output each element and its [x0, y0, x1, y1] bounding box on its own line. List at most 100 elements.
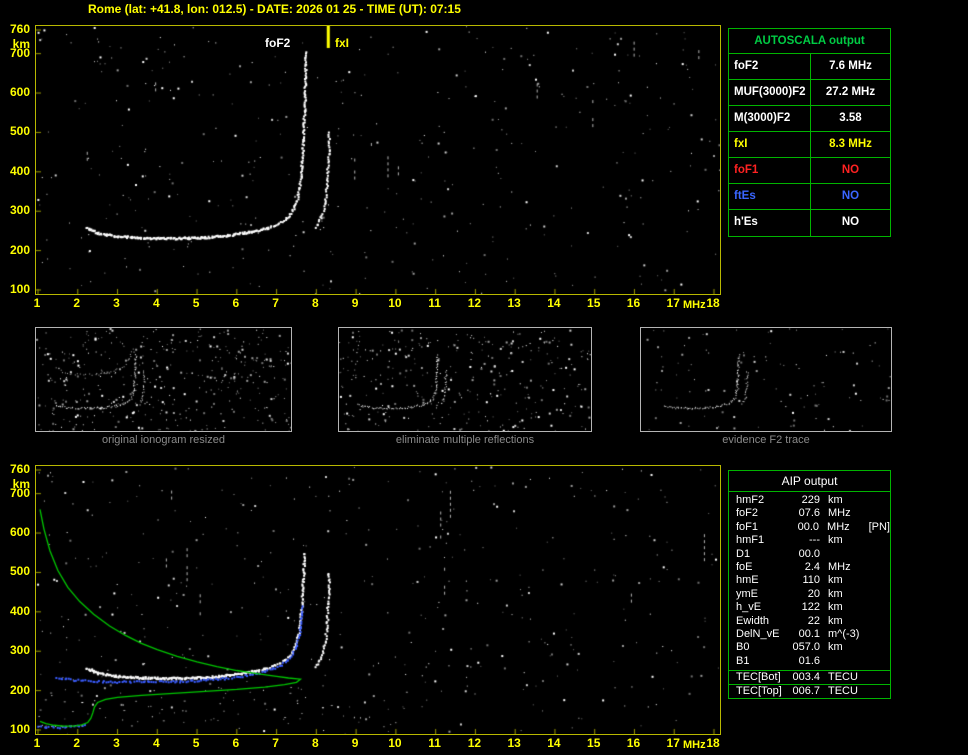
autoscala-param-value: 7.6 MHz [829, 60, 872, 72]
aip-unit: MHz [828, 507, 851, 520]
aip-unit: km [828, 614, 843, 627]
autoscala-param-value: NO [841, 190, 860, 202]
top-plot-x-tick-7: 7 [272, 296, 279, 310]
top-plot-x-tick-14: 14 [547, 296, 561, 310]
top-plot-x-tick-2: 2 [73, 296, 81, 310]
autoscala-row-1: MUF(3000)F2 27.2 MHz [729, 80, 890, 106]
aip-val: 07.6 [798, 507, 820, 520]
aip-name: B0 [736, 641, 750, 654]
aip-row-4: D1 00.0 [729, 548, 890, 561]
aip-row-12: B1 01.6 [729, 655, 890, 668]
autoscala-param-value: 8.3 MHz [829, 138, 872, 150]
top-plot-y-tick-600: 600 [9, 85, 30, 100]
autoscala-row-3: fxI 8.3 MHz [729, 132, 890, 158]
bottom-plot-y-tick-200: 200 [9, 682, 30, 697]
thumb-evidence [640, 327, 892, 432]
top-plot-y-tick-760: 760 [9, 22, 30, 36]
aip-name: TEC[Bot] [736, 671, 781, 684]
top-plot-x-tick-15: 15 [587, 296, 601, 310]
autoscala-param-label: ftEs [729, 184, 811, 209]
aip-name: foE [736, 560, 753, 573]
aip-row-6: hmE 110 km [729, 574, 890, 587]
autoscala-row-4: foF1 NO [729, 158, 890, 184]
bottom-plot-x-tick-7: 7 [272, 736, 279, 750]
top-plot-x-tick-1: 1 [33, 296, 41, 310]
aip-unit: km [828, 601, 843, 614]
aip-name: foF1 [736, 520, 759, 533]
aip-row-10: DelN_vE 00.1 m^(-3) [729, 628, 890, 641]
top-plot-y-tick-500: 500 [9, 124, 30, 139]
autoscala-row-2: M(3000)F2 3.58 [729, 106, 890, 132]
aip-val: 00.0 [798, 547, 820, 560]
thumb-original-canvas [36, 328, 291, 431]
bottom-plot-y-tick-300: 300 [9, 643, 30, 658]
autoscala-row-5: ftEs NO [729, 184, 890, 210]
aip-unit: km [828, 534, 843, 547]
bottom-plot-x-tick-8: 8 [312, 736, 319, 750]
aip-table-title: AIP output [729, 471, 890, 492]
foF2-label: foF2 [265, 36, 291, 50]
aip-val: 20 [807, 587, 820, 600]
bottom-plot-x-tick-1: 1 [33, 736, 41, 750]
top-plot-x-tick-9: 9 [351, 296, 359, 310]
aip-tec-rows: TEC[Bot] 003.4 TECU TEC[Top] 006.7 TECU [729, 670, 890, 698]
bottom-plot-x-tick-15: 15 [587, 736, 601, 750]
aip-unit: MHz [827, 520, 850, 533]
aip-row-3: hmF1 --- km [729, 534, 890, 547]
aip-unit: km [828, 587, 843, 600]
bottom-plot-x-tick-12: 12 [467, 736, 482, 750]
bottom-plot-x-tick-14: 14 [547, 736, 561, 750]
autoscala-row-0: foF2 7.6 MHz [729, 54, 890, 80]
bottom-plot-x-tick-4: 4 [152, 736, 160, 750]
aip-row-8: h_vE 122 km [729, 601, 890, 614]
autoscala-param-label: foF1 [729, 158, 811, 183]
aip-unit: km [828, 494, 843, 506]
aip-tec-row-1: TEC[Top] 006.7 TECU [729, 684, 890, 698]
top-plot-y-tick-400: 400 [9, 163, 30, 178]
autoscala-table-title: AUTOSCALA output [729, 29, 890, 54]
aip-unit: km [828, 574, 843, 587]
top-plot-x-tick-6: 6 [232, 296, 240, 310]
aip-row-1: foF2 07.6 MHz [729, 507, 890, 520]
autoscala-param-label: MUF(3000)F2 [729, 80, 811, 105]
aip-row-7: ymE 20 km [729, 588, 890, 601]
aip-val: 00.1 [798, 627, 820, 640]
top-plot-y-tick-100: 100 [9, 282, 30, 296]
top-plot-x-tick-4: 4 [152, 296, 160, 310]
bottom-plot-x-tick-3: 3 [113, 736, 120, 750]
aip-name: foF2 [736, 507, 759, 520]
bottom-plot-x-tick-10: 10 [388, 736, 402, 750]
aip-name: h_vE [736, 601, 762, 614]
top-ionogram-plot: foF2 fxI [35, 25, 721, 295]
autoscala-app-window: Rome (lat: +41.8, lon: 012.5) - DATE: 20… [0, 0, 968, 755]
aip-table-rows: hmF2 229 km foF2 07.6 MHz foF1 00.0 MHz [PN] hmF1 -… [729, 492, 890, 670]
aip-name: D1 [736, 547, 751, 560]
aip-val: 00.0 [797, 520, 820, 533]
bottom-plot-y-tick-600: 600 [9, 525, 30, 540]
aip-row-9: Ewidth 22 km [729, 615, 890, 628]
top-plot-y-tick-300: 300 [9, 203, 30, 218]
fxI-label: fxI [335, 36, 350, 50]
autoscala-table-rows: foF2 7.6 MHz MUF(3000)F2 27.2 MHz M(3000)F2 3… [729, 54, 890, 236]
top-ionogram-canvas [36, 26, 720, 294]
aip-val: 110 [802, 574, 820, 587]
aip-row-5: foE 2.4 MHz [729, 561, 890, 574]
aip-val: 122 [801, 601, 820, 614]
aip-name: DelN_vE [736, 627, 780, 640]
aip-tec-row-0: TEC[Bot] 003.4 TECU [729, 670, 890, 684]
autoscala-param-label: h'Es [729, 210, 811, 236]
bottom-plot-y-tick-760: 760 [9, 462, 30, 476]
autoscala-param-label: foF2 [729, 54, 811, 79]
bottom-plot-x-unit-label: MHz [683, 739, 706, 751]
aip-name: TEC[Top] [736, 685, 782, 698]
aip-val: 01.6 [798, 654, 820, 667]
aip-name: ymE [736, 587, 758, 600]
aip-name: Ewidth [736, 614, 770, 627]
aip-name: hmF1 [736, 534, 765, 547]
bottom-plot-x-tick-5: 5 [192, 736, 200, 750]
aip-val: 003.4 [792, 671, 820, 684]
top-plot-x-unit-label: MHz [683, 299, 706, 311]
top-plot-x-tick-5: 5 [192, 296, 200, 310]
bottom-plot-x-tick-6: 6 [232, 736, 240, 750]
bottom-plot-x-tick-11: 11 [428, 736, 441, 750]
